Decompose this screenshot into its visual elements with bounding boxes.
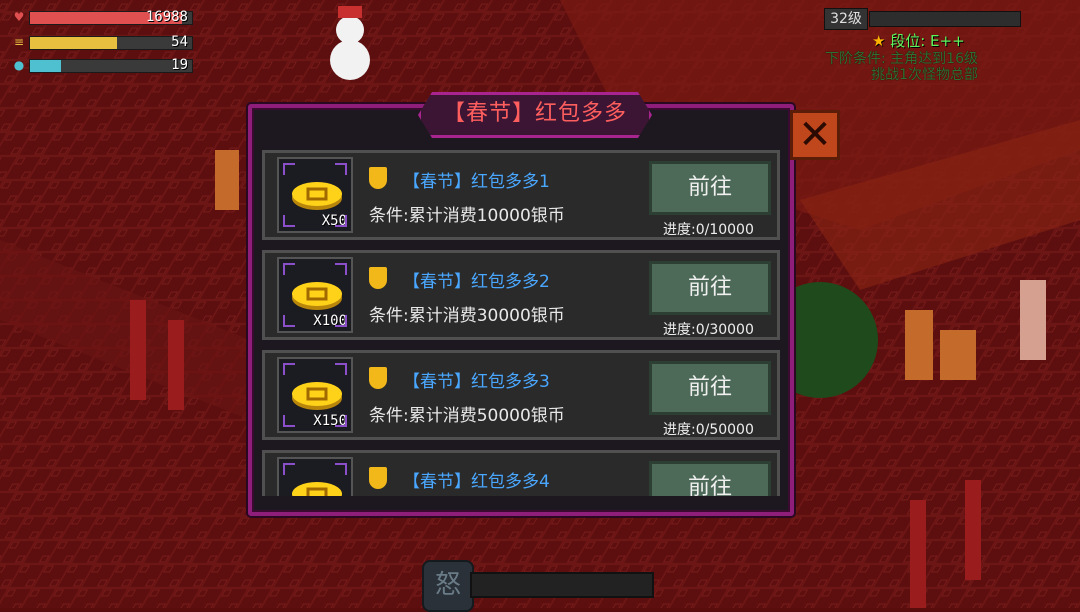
go-button[interactable]: 前往 [649,361,771,415]
xp-bar [869,11,1021,27]
close-icon: ✕ [798,112,832,158]
icon-box-corner [335,363,347,375]
reward-list[interactable]: X50 【春节】红包多多1 条件:累计消费10000银币 前往 进度:0/100… [262,150,780,496]
reward-progress: 进度:0/10000 [663,222,754,238]
icon-box-corner [335,215,347,227]
water-bar-fill [30,60,61,72]
reward-icon-box: X150 [277,357,353,433]
reward-title: 【春节】红包多多1 [403,172,550,192]
icon-box-corner [283,363,295,375]
food-bar-fill [30,37,118,49]
next-rank-condition-2: 挑战1次怪物总部 [871,67,978,83]
reward-condition: 条件:累计消费10000银币 [369,206,565,226]
player-level: 32级 [824,8,868,30]
water-drop-icon: ● [13,58,25,72]
shield-badge-icon [369,467,387,489]
reward-icon-box: X100 [277,257,353,333]
icon-box-corner [335,163,347,175]
star-icon: ★ [872,32,886,50]
rank-label[interactable]: ★ 段位: E++ [872,30,965,51]
go-button[interactable]: 前往 [649,461,771,496]
icon-box-corner [283,163,295,175]
icon-box-corner [283,315,295,327]
water-value: 19 [171,57,188,73]
icon-box-corner [335,463,347,475]
gold-coin-icon [292,282,342,310]
shield-badge-icon [369,167,387,189]
reward-item-2: X100 【春节】红包多多2 条件:累计消费30000银币 前往 进度:0/30… [262,250,780,340]
icon-box-corner [283,263,295,275]
reward-title: 【春节】红包多多2 [403,272,550,292]
rage-icon[interactable]: 怒 [422,560,474,612]
icon-box-corner [283,415,295,427]
hp-value: 16988 [145,9,188,25]
reward-title: 【春节】红包多多4 [403,472,550,492]
reward-item-4: 【春节】红包多多4 前往 [262,450,780,496]
icon-box-corner [283,215,295,227]
go-button[interactable]: 前往 [649,161,771,215]
gold-coin-icon [292,382,342,410]
go-button[interactable]: 前往 [649,261,771,315]
heart-icon: ♥ [13,10,25,24]
icon-box-corner [283,463,295,475]
reward-icon-box [277,457,353,496]
burger-icon: ≡ [13,35,25,49]
reward-progress: 进度:0/50000 [663,422,754,438]
reward-title: 【春节】红包多多3 [403,372,550,392]
reward-condition: 条件:累计消费30000银币 [369,306,565,326]
event-modal: 【春节】红包多多 ✕ X50 【春节】红包多多1 条件:累计消费10000银币 … [248,92,840,516]
icon-box-corner [335,263,347,275]
close-button[interactable]: ✕ [790,110,840,160]
hp-bar: 16988 [29,9,193,25]
reward-item-1: X50 【春节】红包多多1 条件:累计消费10000银币 前往 进度:0/100… [262,150,780,240]
food-bar: 54 [29,34,193,50]
icon-box-corner [335,415,347,427]
water-bar: 19 [29,57,193,73]
modal-title: 【春节】红包多多 [442,101,627,126]
icon-box-corner [335,315,347,327]
reward-condition: 条件:累计消费50000银币 [369,406,565,426]
rage-bar [470,572,654,598]
reward-progress: 进度:0/30000 [663,322,754,338]
reward-icon-box: X50 [277,157,353,233]
gold-coin-icon [292,182,342,210]
food-value: 54 [171,34,188,50]
rank-text: 段位: E++ [890,32,965,50]
shield-badge-icon [369,267,387,289]
next-rank-condition-1: 下阶条件: 主角达到16级 [825,51,978,67]
reward-item-3: X150 【春节】红包多多3 条件:累计消费50000银币 前往 进度:0/50… [262,350,780,440]
shield-badge-icon [369,367,387,389]
gold-coin-icon [292,482,342,496]
